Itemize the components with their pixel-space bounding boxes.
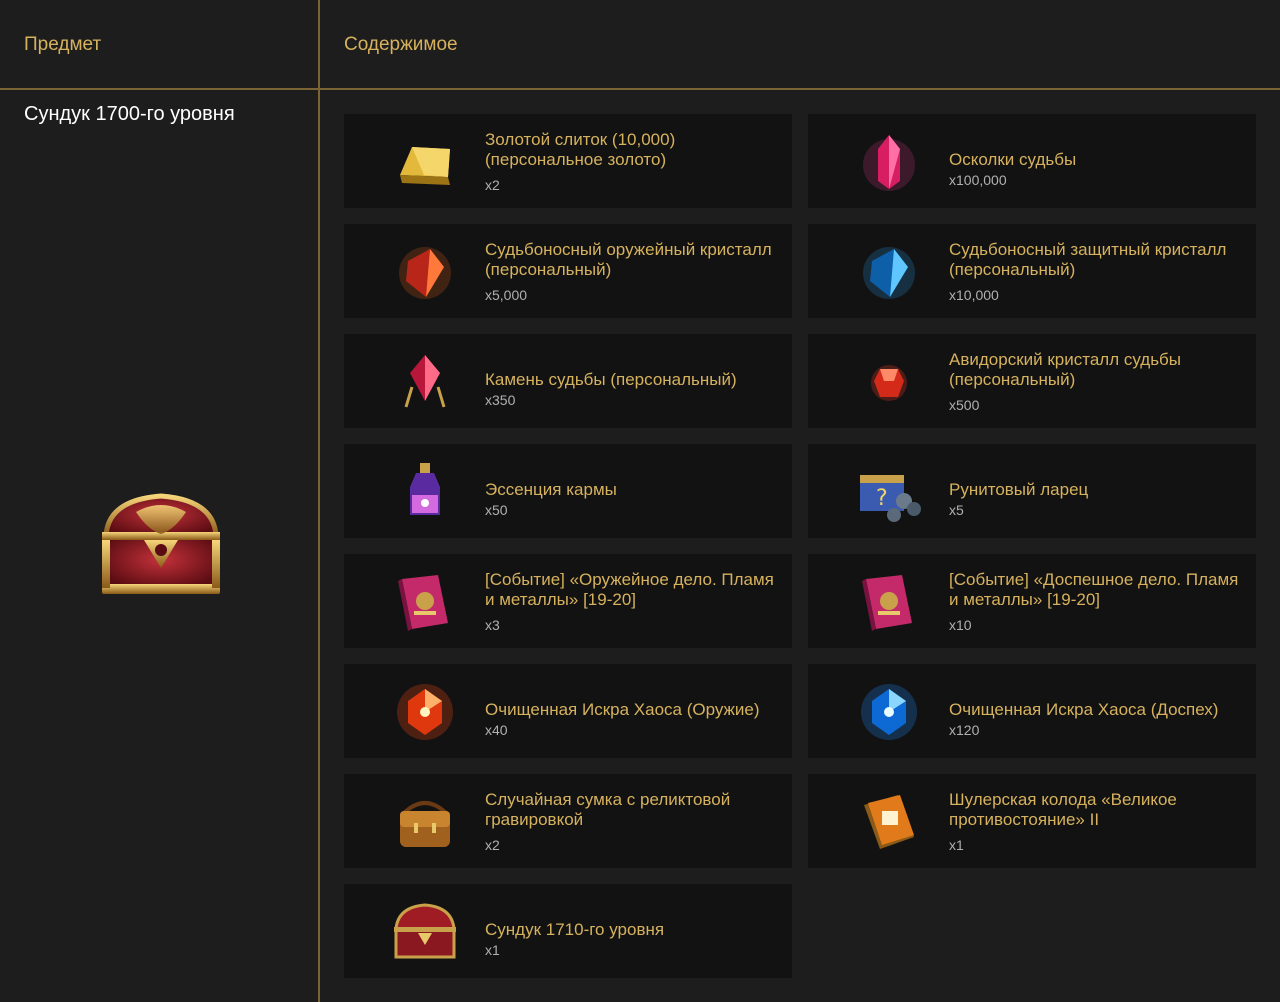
reward-quantity: x2 (485, 837, 500, 853)
reward-card: [Событие] «Оружейное дело. Пламя и метал… (344, 554, 792, 648)
reward-card: Судьбоносный защитный кристалл (персонал… (808, 224, 1256, 318)
rune-box-icon: ? (860, 475, 921, 522)
reward-name: [Событие] «Оружейное дело. Пламя и метал… (485, 570, 774, 609)
pink-crystal-icon (863, 135, 915, 191)
red-spark-icon (397, 684, 453, 740)
reward-name: Камень судьбы (персональный) (485, 370, 737, 389)
reward-quantity: x120 (949, 722, 980, 738)
chest-name: Сундук 1700-го уровня (24, 103, 235, 125)
reward-card: Судьбоносный оружейный кристалл (персона… (344, 224, 792, 318)
ruby-gem-icon (871, 365, 907, 401)
blue-spark-icon (861, 684, 917, 740)
reward-quantity: x1 (949, 837, 964, 853)
book-icon (862, 575, 912, 631)
reward-name: Осколки судьбы (949, 150, 1077, 169)
reward-quantity: x1 (485, 942, 500, 958)
reward-card: Авидорский кристалл судьбы (персональный… (808, 334, 1256, 428)
reward-quantity: x5,000 (485, 287, 528, 303)
reward-quantity: x2 (485, 177, 500, 193)
reward-name: Судьбоносный оружейный кристалл (персона… (485, 240, 772, 279)
gold-bar-icon (400, 147, 450, 185)
reward-card: Случайная сумка с реликтовой гравировкой… (344, 774, 792, 868)
reward-card: Осколки судьбы x100,000 (808, 114, 1256, 208)
reward-name: Очищенная Искра Хаоса (Доспех) (949, 700, 1219, 719)
reward-quantity: x50 (485, 502, 508, 518)
red-crystal-icon (399, 247, 451, 299)
reward-name: Авидорский кристалл судьбы (персональный… (949, 350, 1182, 389)
reward-name: Случайная сумка с реликтовой гравировкой (485, 790, 731, 829)
reward-quantity: x350 (485, 392, 516, 408)
fate-stone-icon (404, 355, 446, 408)
header-contents-column: Содержимое (344, 34, 458, 55)
reward-quantity: x3 (485, 617, 500, 633)
potion-icon (410, 463, 440, 515)
reward-quantity: x10,000 (949, 287, 999, 303)
reward-card: Камень судьбы (персональный) x350 (344, 334, 792, 428)
reward-name: Очищенная Искра Хаоса (Оружие) (485, 700, 760, 719)
table-header: Предмет Содержимое (0, 0, 1280, 90)
reward-name: Шулерская колода «Великое противостояние… (949, 790, 1177, 829)
reward-card: [Событие] «Доспешное дело. Пламя и метал… (808, 554, 1256, 648)
header-item-column: Предмет (24, 34, 102, 55)
reward-card: Эссенция кармы x50 (344, 444, 792, 538)
reward-card: Очищенная Искра Хаоса (Оружие) x40 (344, 664, 792, 758)
reward-card: Шулерская колода «Великое противостояние… (808, 774, 1256, 868)
reward-quantity: x100,000 (949, 172, 1007, 188)
book-icon (398, 575, 448, 631)
reward-quantity: x10 (949, 617, 972, 633)
reward-name: Золотой слиток (10,000) (персональное зо… (485, 130, 676, 169)
reward-name: Судьбоносный защитный кристалл (персонал… (949, 240, 1227, 279)
rewards-table: Предмет Содержимое Сундук 1700-го уровня… (0, 0, 1280, 1002)
blue-crystal-icon (863, 247, 915, 299)
svg-text:?: ? (876, 486, 888, 511)
chest-icon (102, 493, 220, 594)
reward-card: ? Рунитовый ларец x5 (808, 444, 1256, 538)
reward-card: Золотой слиток (10,000) (персональное зо… (344, 114, 792, 208)
reward-quantity: x40 (485, 722, 508, 738)
reward-name: Эссенция кармы (485, 480, 617, 499)
bag-icon (400, 801, 450, 847)
card-deck-icon (864, 795, 914, 849)
reward-card: Сундук 1710-го уровня x1 (344, 884, 792, 978)
column-divider (318, 0, 320, 1002)
reward-quantity: x5 (949, 502, 964, 518)
reward-name: Сундук 1710-го уровня (485, 920, 665, 939)
chest-icon (394, 903, 456, 959)
reward-name: Рунитовый ларец (949, 480, 1089, 499)
reward-card: Очищенная Искра Хаоса (Доспех) x120 (808, 664, 1256, 758)
reward-name: [Событие] «Доспешное дело. Пламя и метал… (949, 570, 1239, 609)
reward-quantity: x500 (949, 397, 980, 413)
